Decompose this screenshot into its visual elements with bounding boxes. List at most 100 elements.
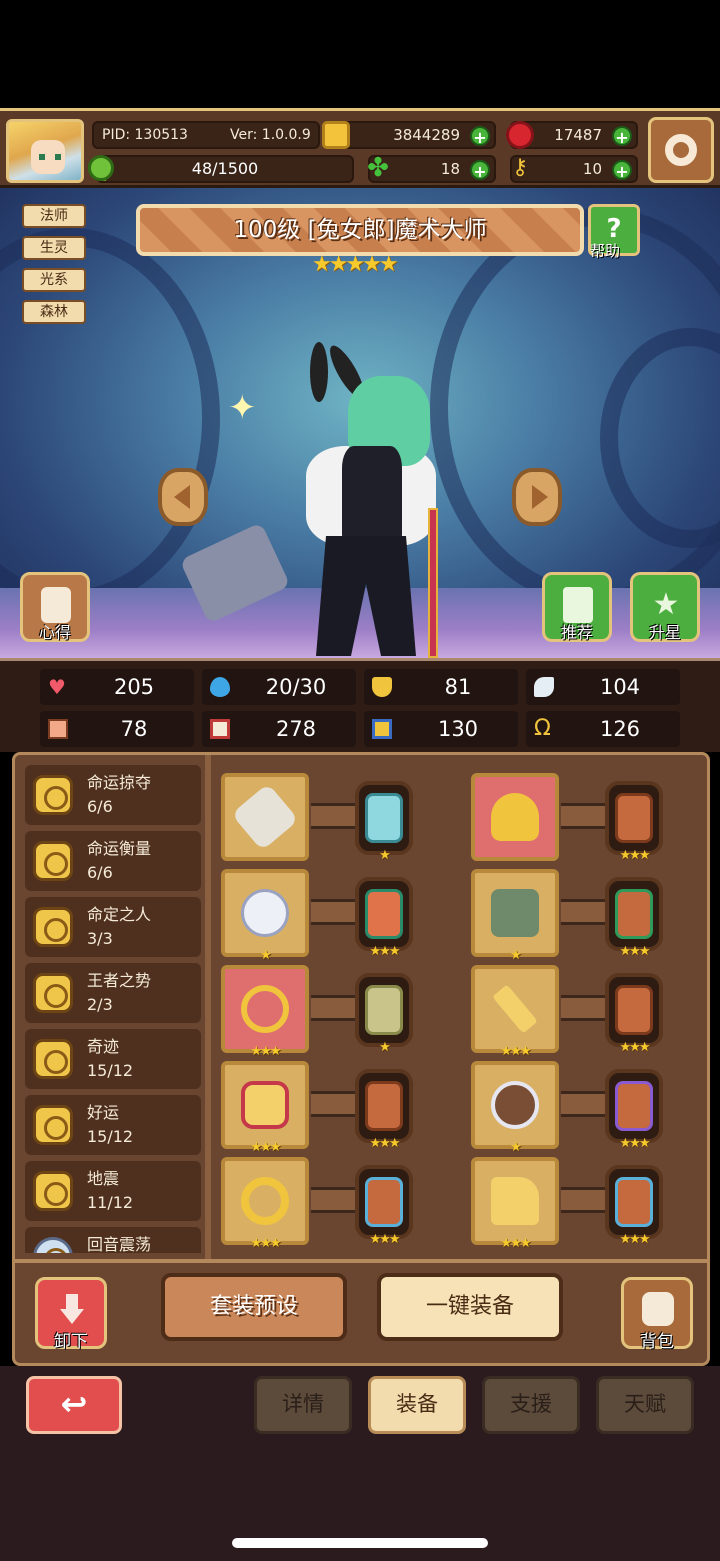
insight-button[interactable]: 心得: [20, 572, 90, 642]
add-keys-button[interactable]: +: [612, 160, 632, 181]
rune-slot[interactable]: ★★★: [605, 781, 663, 863]
red-gem-icon: [506, 121, 534, 149]
add-clovers-button[interactable]: +: [470, 160, 490, 181]
rune-icon: [365, 1081, 403, 1131]
equipment-slot[interactable]: ★: [471, 869, 559, 963]
clover-counter: ✤ 18 +: [367, 155, 496, 183]
gear-icon: [665, 134, 697, 166]
rune-slot[interactable]: ★★★: [605, 1165, 663, 1247]
set-name: 地震: [87, 1169, 120, 1188]
set-bonus-list[interactable]: 命运掠夺 6/6 命运衡量 6/6 命定之人 3/3 王者之势 2/3 奇迹 1…: [25, 765, 201, 1253]
set-name: 王者之势: [87, 971, 152, 990]
clover-icon: ✤: [367, 153, 389, 183]
bag-label: 背包: [640, 1332, 674, 1352]
set-bonus-item[interactable]: 命运掠夺 6/6: [25, 765, 201, 825]
back-button[interactable]: ↩: [26, 1376, 122, 1434]
bag-button[interactable]: 背包: [621, 1277, 693, 1352]
ring-icon: [33, 775, 73, 815]
home-indicator[interactable]: [232, 1538, 488, 1548]
hero-tag-class: 法师: [22, 204, 86, 228]
stat-mana-value: 20/30: [265, 675, 327, 699]
equipment-slot[interactable]: [471, 773, 559, 861]
gold-amount: 3844289: [393, 126, 460, 144]
rune-slot[interactable]: ★★★: [605, 877, 663, 959]
unequip-button[interactable]: 卸下: [35, 1277, 107, 1352]
equipment-slot[interactable]: ★★★: [221, 1061, 309, 1155]
player-id: PID: 130513: [102, 127, 188, 143]
return-arrow-icon: ↩: [60, 1385, 88, 1423]
stat-hp-value: 205: [113, 675, 155, 699]
item-stars: ★★★: [250, 1140, 282, 1155]
next-hero-button[interactable]: [512, 468, 562, 526]
rune-icon: [615, 889, 653, 939]
recommend-label: 推荐: [560, 623, 593, 642]
rune-stars: ★: [379, 848, 391, 863]
panel-divider: [205, 755, 211, 1259]
rune-slot[interactable]: ★: [355, 781, 413, 863]
set-bonus-item[interactable]: 奇迹 15/12: [25, 1029, 201, 1089]
equipment-slot[interactable]: ★★★: [471, 965, 559, 1059]
experience-text: 48/1500: [191, 159, 259, 178]
tab-support[interactable]: 支援: [482, 1376, 580, 1434]
key-icon: ⚷: [511, 155, 529, 180]
rune-slot[interactable]: ★★★: [605, 1069, 663, 1151]
star-up-button[interactable]: ★ 升星: [630, 572, 700, 642]
item-stars: ★★★: [250, 1236, 282, 1251]
avatar-eye: [39, 154, 45, 160]
settings-button[interactable]: [648, 117, 714, 183]
panel-separator: [15, 1259, 707, 1263]
equip-all-button[interactable]: 一键装备: [377, 1273, 563, 1341]
hero-legs: [316, 536, 416, 656]
tab-talent[interactable]: 天赋: [596, 1376, 694, 1434]
set-bonus-item[interactable]: 好运 15/12: [25, 1095, 201, 1155]
set-bonus-item[interactable]: 回音震荡: [25, 1227, 201, 1253]
rune-slot[interactable]: ★★★: [355, 877, 413, 959]
rune-icon: [365, 793, 403, 843]
slot-connector: [311, 1091, 361, 1117]
equipment-slot[interactable]: [221, 773, 309, 861]
equipment-slot[interactable]: ★★★: [221, 965, 309, 1059]
set-bonus-item[interactable]: 王者之势 2/3: [25, 963, 201, 1023]
player-avatar[interactable]: [6, 119, 84, 183]
experience-icon: [88, 155, 114, 181]
rune-stars: ★★★: [369, 1136, 401, 1151]
armor-icon: [491, 889, 539, 937]
rune-slot[interactable]: ★★★: [355, 1165, 413, 1247]
equipment-slot[interactable]: ★★★: [471, 1157, 559, 1251]
sparkle-icon: ✦: [228, 388, 257, 428]
previous-hero-button[interactable]: [158, 468, 208, 526]
item-stars: ★: [260, 948, 272, 963]
equipment-slot[interactable]: ★: [471, 1061, 559, 1155]
stat-attack-value: 78: [120, 717, 148, 741]
recommend-button[interactable]: 推荐: [542, 572, 612, 642]
rune-slot[interactable]: ★: [355, 973, 413, 1055]
spellbook-icon: [210, 719, 230, 739]
set-count: 15/12: [87, 1061, 134, 1080]
thumbs-up-icon: [563, 587, 593, 623]
set-name: 命运衡量: [87, 839, 152, 858]
stat-resist: 130: [364, 711, 518, 747]
set-bonus-item[interactable]: 地震 11/12: [25, 1161, 201, 1221]
rune-slot[interactable]: ★★★: [605, 973, 663, 1055]
top-resource-bar: PID: 130513 Ver: 1.0.0.9 3844289 + 17487…: [0, 108, 720, 188]
tab-equipment[interactable]: 装备: [368, 1376, 466, 1434]
add-gems-button[interactable]: +: [612, 126, 632, 147]
stat-speed-value: 104: [599, 675, 641, 699]
tab-details[interactable]: 详情: [254, 1376, 352, 1434]
hero-title: 100级 [兔女郎]魔术大师: [136, 204, 584, 256]
insight-label: 心得: [38, 623, 71, 642]
set-bonus-item[interactable]: 命定之人 3/3: [25, 897, 201, 957]
stat-hp: ♥ 205: [40, 669, 194, 705]
set-count: 6/6: [87, 863, 113, 882]
rune-stars: ★: [379, 1040, 391, 1055]
pearl-icon: [241, 889, 289, 937]
rune-slot[interactable]: ★★★: [355, 1069, 413, 1151]
equipment-slot[interactable]: ★★★: [221, 1157, 309, 1251]
preset-outfit-button[interactable]: 套装预设: [161, 1273, 347, 1341]
orb-icon: [33, 1237, 73, 1253]
hero-staff: [428, 508, 438, 658]
slot-connector: [311, 1187, 361, 1213]
equipment-slot[interactable]: ★: [221, 869, 309, 963]
set-bonus-item[interactable]: 命运衡量 6/6: [25, 831, 201, 891]
add-gold-button[interactable]: +: [470, 126, 490, 147]
